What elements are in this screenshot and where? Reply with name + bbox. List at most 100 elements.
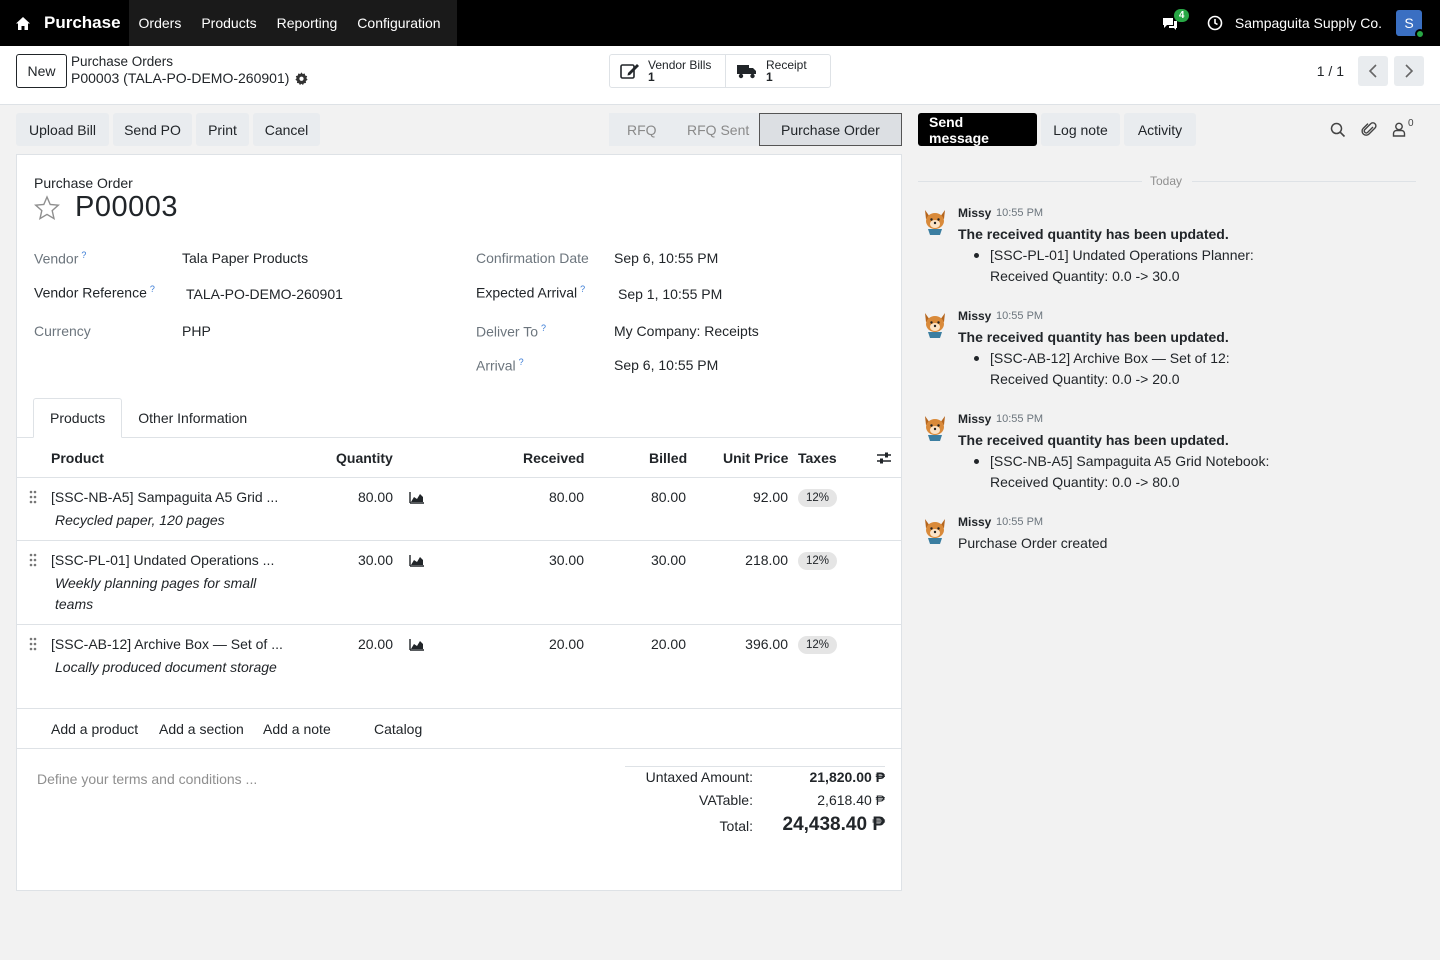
col-quantity[interactable]: Quantity [336, 450, 393, 466]
message-line: Received Quantity: 0.0 -> 30.0 [990, 268, 1180, 284]
confirmation-date-label: Confirmation Date [476, 250, 589, 266]
menu-configuration[interactable]: Configuration [347, 15, 450, 31]
vendor-reference-label: Vendor Reference? [34, 284, 155, 301]
home-icon[interactable] [0, 0, 46, 46]
optional-columns-icon[interactable] [876, 451, 892, 465]
tax-badge[interactable]: 12% [798, 636, 838, 654]
vendor-bills-button[interactable]: Vendor Bills 1 [610, 55, 726, 87]
tab-products[interactable]: Products [33, 398, 123, 438]
row-description[interactable]: Locally produced document storage [55, 657, 285, 678]
paperclip-icon[interactable] [1361, 120, 1377, 138]
forecast-chart-icon[interactable] [409, 638, 425, 651]
drag-handle-icon[interactable] [29, 553, 37, 567]
send-po-button[interactable]: Send PO [113, 113, 192, 146]
col-product[interactable]: Product [51, 450, 104, 466]
confirmation-date-field[interactable]: Sep 6, 10:55 PM [614, 250, 718, 266]
col-received[interactable]: Received [523, 450, 584, 466]
app-name[interactable]: Purchase [44, 13, 121, 33]
followers-icon[interactable] [1392, 122, 1406, 137]
message-line: Received Quantity: 0.0 -> 80.0 [990, 474, 1180, 490]
col-unit-price[interactable]: Unit Price [723, 450, 788, 466]
vendor-reference-field[interactable]: TALA-PO-DEMO-260901 [186, 286, 343, 302]
breadcrumb-parent[interactable]: Purchase Orders [71, 54, 308, 70]
tax-badge[interactable]: 12% [798, 552, 838, 570]
catalog-link[interactable]: Catalog [374, 721, 422, 737]
star-icon[interactable] [34, 195, 60, 221]
menu-products[interactable]: Products [191, 15, 266, 31]
col-taxes[interactable]: Taxes [798, 450, 837, 466]
status-bar: RFQ RFQ Sent Purchase Order [609, 113, 902, 146]
add-section-link[interactable]: Add a section [159, 721, 244, 737]
status-rfq[interactable]: RFQ [609, 113, 669, 146]
vatable-value: 2,618.40 ₱ [817, 792, 885, 808]
message-author[interactable]: Missy [958, 412, 991, 426]
row-product[interactable]: [SSC-NB-A5] Sampaguita A5 Grid ... [51, 489, 278, 505]
message-author[interactable]: Missy [958, 206, 991, 220]
row-received[interactable]: 80.00 [497, 489, 584, 505]
breadcrumb: Purchase Orders P00003 (TALA-PO-DEMO-260… [71, 54, 308, 86]
terms-conditions-input[interactable]: Define your terms and conditions ... [37, 771, 257, 787]
gear-icon[interactable] [295, 71, 308, 85]
expected-arrival-label: Expected Arrival? [476, 284, 586, 301]
expected-arrival-field[interactable]: Sep 1, 10:55 PM [618, 286, 722, 302]
status-purchase-order[interactable]: Purchase Order [759, 113, 902, 146]
menu-reporting[interactable]: Reporting [267, 15, 348, 31]
cancel-button[interactable]: Cancel [253, 113, 320, 146]
search-icon[interactable] [1330, 122, 1346, 138]
log-note-button[interactable]: Log note [1041, 113, 1120, 146]
bullet [974, 356, 979, 361]
pager-next-button[interactable] [1394, 56, 1424, 86]
row-unit-price[interactable]: 92.00 [707, 489, 788, 505]
user-avatar[interactable]: S [1396, 10, 1425, 39]
menu-orders[interactable]: Orders [129, 15, 192, 31]
message-author[interactable]: Missy [958, 309, 991, 323]
status-rfq-sent[interactable]: RFQ Sent [669, 113, 759, 146]
row-received[interactable]: 20.00 [497, 636, 584, 652]
author-avatar[interactable] [921, 413, 949, 443]
row-billed[interactable]: 20.00 [607, 636, 686, 652]
tab-other-information[interactable]: Other Information [122, 398, 263, 438]
receipt-button[interactable]: Receipt 1 [726, 55, 830, 87]
deliver-to-field[interactable]: My Company: Receipts [614, 323, 759, 339]
pager-previous-button[interactable] [1358, 56, 1388, 86]
row-divider [17, 624, 901, 625]
row-billed[interactable]: 30.00 [607, 552, 686, 568]
row-quantity[interactable]: 20.00 [317, 636, 393, 652]
row-unit-price[interactable]: 396.00 [707, 636, 788, 652]
drag-handle-icon[interactable] [29, 637, 37, 651]
row-received[interactable]: 30.00 [497, 552, 584, 568]
message-author[interactable]: Missy [958, 515, 991, 529]
activity-button[interactable]: Activity [1124, 113, 1196, 146]
row-product[interactable]: [SSC-PL-01] Undated Operations ... [51, 552, 274, 568]
clock-icon[interactable] [1207, 15, 1223, 31]
row-billed[interactable]: 80.00 [607, 489, 686, 505]
upload-bill-button[interactable]: Upload Bill [16, 113, 109, 146]
arrival-field[interactable]: Sep 6, 10:55 PM [614, 357, 718, 373]
tax-badge[interactable]: 12% [798, 489, 838, 507]
print-button[interactable]: Print [196, 113, 249, 146]
company-switcher[interactable]: Sampaguita Supply Co. [1235, 15, 1382, 31]
row-quantity[interactable]: 30.00 [317, 552, 393, 568]
pager: 1 / 1 [1317, 56, 1424, 86]
row-description[interactable]: Weekly planning pages for small teams [55, 573, 285, 615]
row-divider [17, 708, 901, 709]
forecast-chart-icon[interactable] [409, 491, 425, 504]
messaging-menu[interactable]: 4 [1161, 9, 1190, 33]
author-avatar[interactable] [921, 516, 949, 546]
author-avatar[interactable] [921, 207, 949, 237]
row-unit-price[interactable]: 218.00 [707, 552, 788, 568]
drag-handle-icon[interactable] [29, 490, 37, 504]
row-product[interactable]: [SSC-AB-12] Archive Box — Set of ... [51, 636, 283, 652]
col-billed[interactable]: Billed [649, 450, 687, 466]
pager-value[interactable]: 1 / 1 [1317, 63, 1344, 79]
forecast-chart-icon[interactable] [409, 554, 425, 567]
add-note-link[interactable]: Add a note [263, 721, 331, 737]
currency-field[interactable]: PHP [182, 323, 211, 339]
row-description[interactable]: Recycled paper, 120 pages [55, 510, 285, 531]
add-product-link[interactable]: Add a product [51, 721, 138, 737]
send-message-button[interactable]: Send message [918, 113, 1037, 146]
vendor-field[interactable]: Tala Paper Products [182, 250, 308, 266]
row-quantity[interactable]: 80.00 [317, 489, 393, 505]
author-avatar[interactable] [921, 310, 949, 340]
new-button[interactable]: New [16, 54, 67, 88]
